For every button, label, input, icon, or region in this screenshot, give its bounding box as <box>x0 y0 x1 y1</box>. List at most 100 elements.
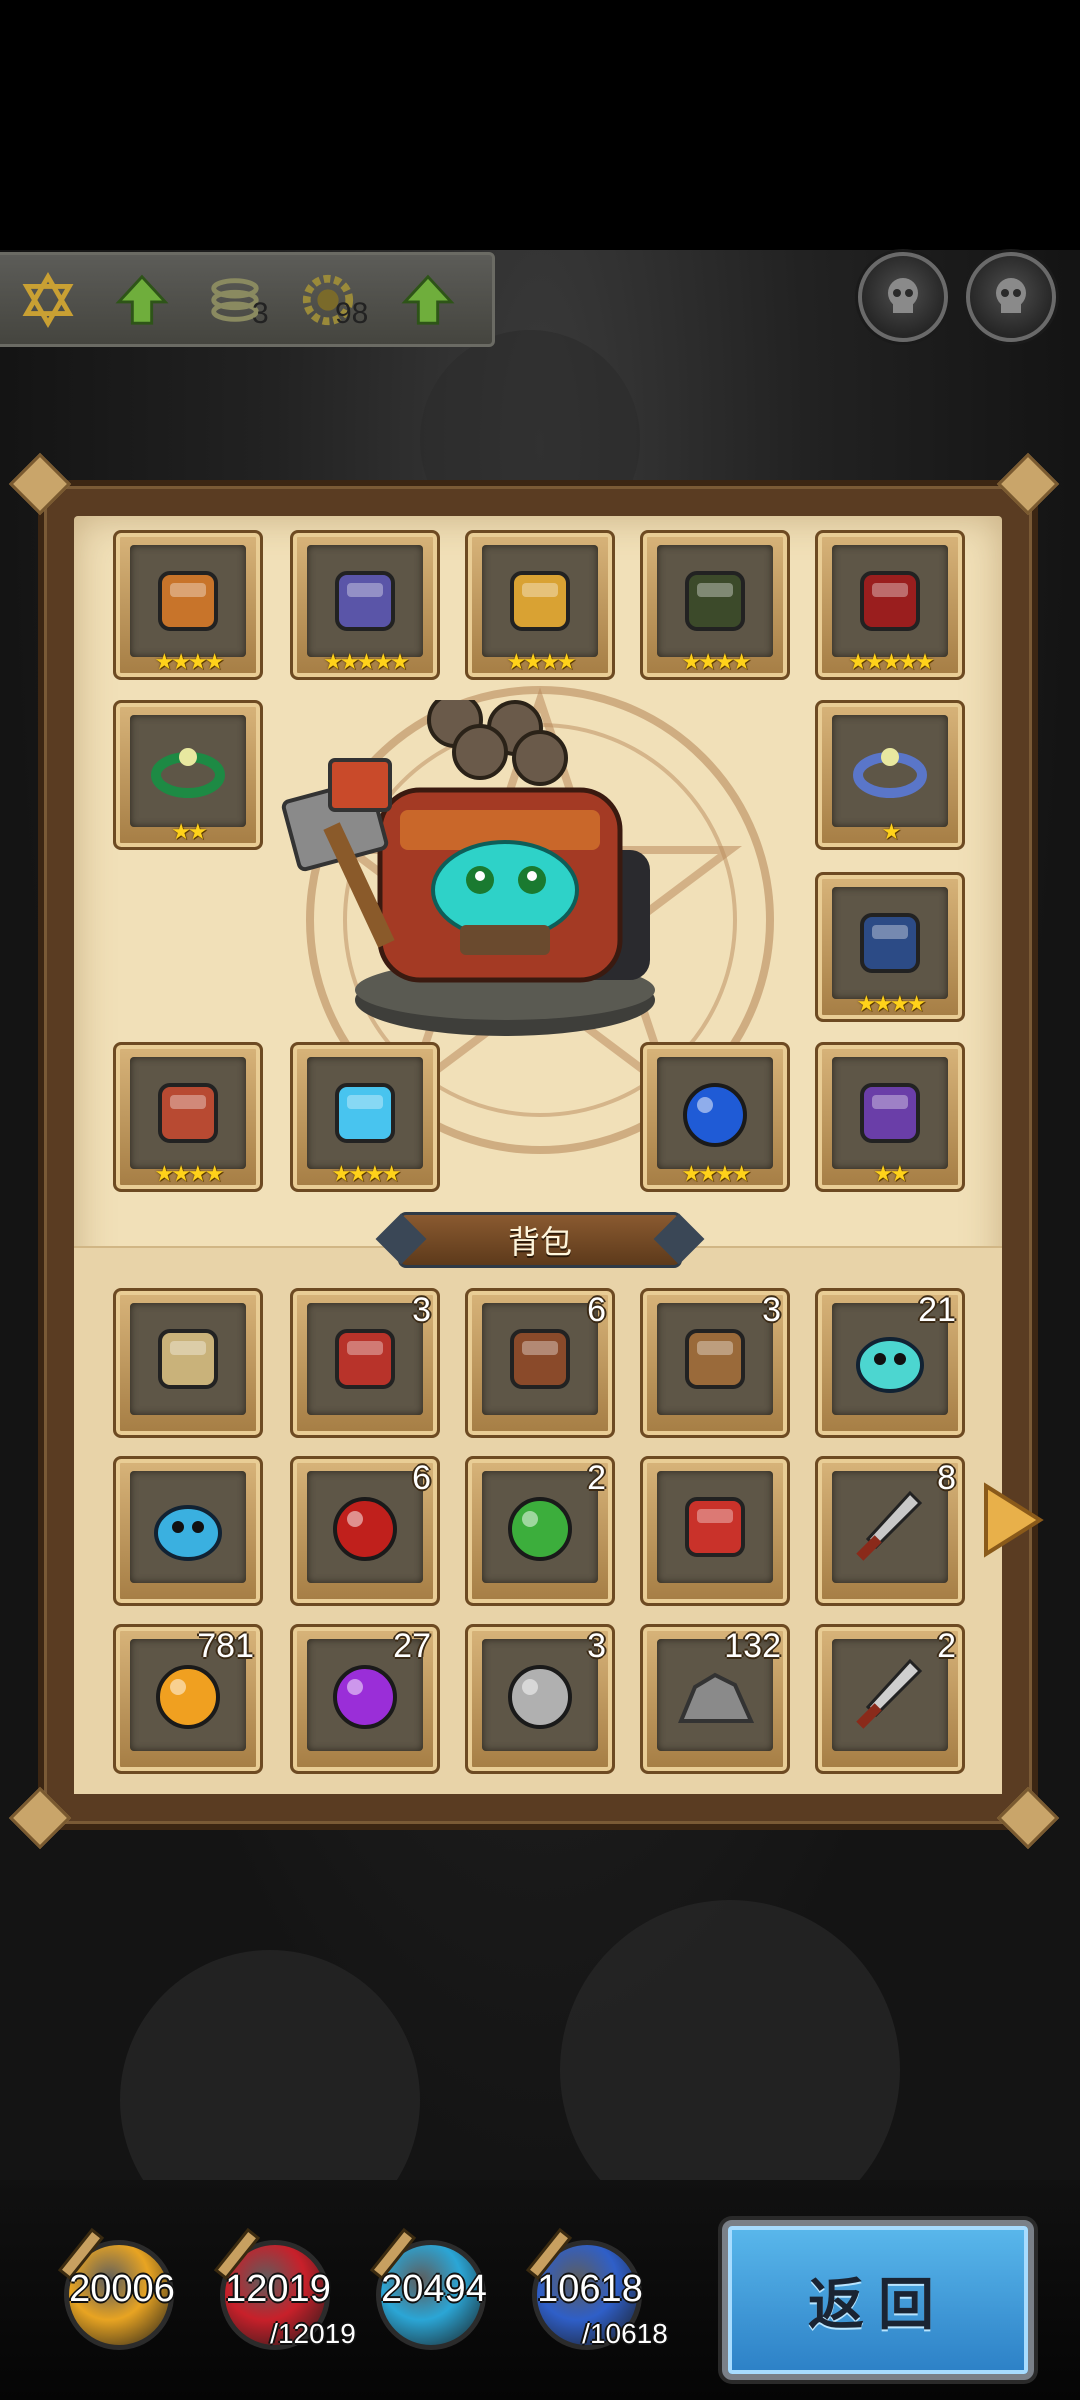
star-rating: ★ <box>881 820 902 845</box>
slot-well <box>482 1471 598 1583</box>
helmet-icon <box>860 913 920 973</box>
red-potion-resource[interactable]: 12019/12019 <box>198 2220 356 2350</box>
slot-well <box>832 1057 948 1169</box>
resource-value: 12019 <box>225 2268 331 2310</box>
item-count: 3 <box>412 1291 431 1329</box>
green-compass-icon <box>508 1497 572 1561</box>
apple-icon <box>333 1497 397 1561</box>
slot-well <box>657 1057 773 1169</box>
dagger-icon <box>856 1490 923 1561</box>
bat-demon-icon <box>335 1329 395 1389</box>
star-rating: ★★ <box>171 820 207 845</box>
sword-icon <box>856 1658 923 1729</box>
upgrade-arrow-icon[interactable] <box>112 270 172 330</box>
bag-item[interactable]: 3 <box>290 1288 440 1438</box>
bag-item[interactable]: 132 <box>640 1624 790 1774</box>
next-page-arrow[interactable] <box>980 1480 1046 1560</box>
bag-item[interactable] <box>640 1456 790 1606</box>
slot-well <box>482 1303 598 1415</box>
bag-item[interactable]: 6 <box>290 1456 440 1606</box>
equipment-slot[interactable]: ★★ <box>113 700 263 850</box>
item-count: 132 <box>724 1627 781 1665</box>
bag-item[interactable] <box>113 1456 263 1606</box>
bag-title: 背包 <box>398 1212 682 1268</box>
equipment-slot[interactable]: ★★★★ <box>113 1042 263 1192</box>
equipment-slot[interactable]: ★★★★ <box>465 530 615 680</box>
slot-well <box>307 1057 423 1169</box>
bag-item[interactable]: 27 <box>290 1624 440 1774</box>
boots-icon <box>860 1083 920 1143</box>
star-rating: ★★★★ <box>154 650 225 675</box>
bag-item[interactable]: 2 <box>815 1624 965 1774</box>
slot-well <box>130 1303 246 1415</box>
slot-well <box>657 1471 773 1583</box>
gold-potion-resource[interactable]: 20006 <box>42 2220 192 2350</box>
gauntlet-icon <box>510 571 570 631</box>
slot-well <box>307 1471 423 1583</box>
resource-max: /10618 <box>582 2318 668 2349</box>
cyan-potion-resource[interactable]: 20494 <box>354 2220 504 2350</box>
bag-item[interactable]: 3 <box>465 1624 615 1774</box>
item-count: 21 <box>918 1291 956 1329</box>
item-count: 3 <box>762 1291 781 1329</box>
slot-well <box>482 1639 598 1751</box>
bag-item[interactable]: 3 <box>640 1288 790 1438</box>
bag-item[interactable]: 781 <box>113 1624 263 1774</box>
hero-portrait-icon <box>154 1505 222 1561</box>
equipment-slot[interactable]: ★ <box>815 700 965 850</box>
bag-item[interactable]: 6 <box>465 1288 615 1438</box>
slot-well <box>130 545 246 657</box>
whip-icon <box>685 1329 745 1389</box>
skull-icon <box>888 278 918 313</box>
equipment-slot[interactable]: ★★★★ <box>640 530 790 680</box>
slot-well <box>832 715 948 827</box>
slot-well <box>832 545 948 657</box>
star-rating: ★★★★ <box>506 650 577 675</box>
equipment-slot[interactable]: ★★★★★ <box>290 530 440 680</box>
star-rating: ★★★★ <box>681 650 752 675</box>
slot-well <box>307 1303 423 1415</box>
star-rating: ★★★★ <box>856 992 927 1017</box>
equipment-slot[interactable]: ★★★★★ <box>815 530 965 680</box>
item-count: 6 <box>587 1291 606 1329</box>
bag-item[interactable] <box>113 1288 263 1438</box>
blue-potion-resource[interactable]: 10618/10618 <box>510 2220 668 2350</box>
slot-well <box>832 1639 948 1751</box>
equipment-slot[interactable]: ★★★★ <box>815 872 965 1022</box>
equipment-slot[interactable]: ★★★★ <box>290 1042 440 1192</box>
ice-cube-icon <box>335 1083 395 1143</box>
item-count: 3 <box>587 1627 606 1665</box>
equipment-slot[interactable]: ★★★★ <box>640 1042 790 1192</box>
red-card-icon <box>685 1497 745 1557</box>
upgrade-arrow-icon-2[interactable] <box>398 270 458 330</box>
resource-value: 20494 <box>381 2268 487 2310</box>
bracer-icon <box>158 571 218 631</box>
cauldron-icon <box>685 571 745 631</box>
beads-icon <box>860 571 920 631</box>
bag-item[interactable]: 2 <box>465 1456 615 1606</box>
status-bar: 3 98 <box>0 252 495 347</box>
bag-item[interactable]: 21 <box>815 1288 965 1438</box>
equipment-slot[interactable]: ★★★★ <box>113 530 263 680</box>
resource-value: 20006 <box>69 2268 175 2310</box>
skull-icon-2 <box>996 278 1026 313</box>
return-button[interactable]: 返回 <box>722 2220 1034 2380</box>
gear-count: 98 <box>335 297 369 330</box>
sapphire-ring-icon <box>853 748 927 798</box>
bag-item[interactable]: 8 <box>815 1456 965 1606</box>
star-rating: ★★★★★ <box>848 650 935 675</box>
skull-button[interactable] <box>858 252 948 342</box>
map-scroll-icon <box>158 1329 218 1389</box>
slot-well <box>307 545 423 657</box>
skull-button-2[interactable] <box>966 252 1056 342</box>
star-rating: ★★★★ <box>681 1162 752 1187</box>
armor-icon <box>335 571 395 631</box>
slot-well <box>130 1471 246 1583</box>
hammer-icon <box>158 1083 218 1143</box>
star-rating: ★★★★★ <box>323 650 410 675</box>
item-count: 781 <box>197 1627 254 1665</box>
equipment-slot[interactable]: ★★ <box>815 1042 965 1192</box>
star-rating: ★★ <box>873 1162 909 1187</box>
star-rating: ★★★★ <box>331 1162 402 1187</box>
hexagram-icon[interactable] <box>18 270 78 330</box>
